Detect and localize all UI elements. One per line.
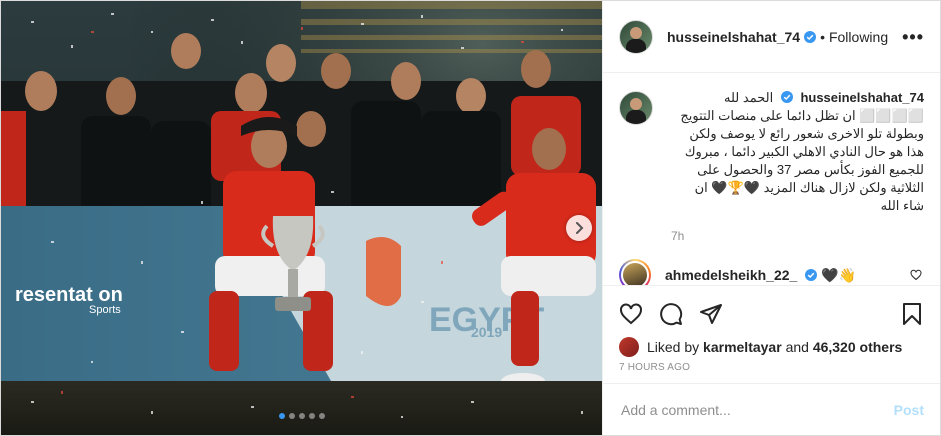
post-header: husseinelshahat_74 • Following ••• bbox=[603, 1, 940, 73]
caption-time[interactable]: 7h bbox=[671, 229, 924, 243]
author-avatar[interactable] bbox=[619, 19, 653, 54]
add-comment-bar: Post bbox=[603, 383, 940, 435]
comment-item: ahmedelsheikh_22_ 🖤👋 bbox=[619, 259, 924, 285]
carousel-dot bbox=[288, 413, 295, 419]
caption-body: husseinelshahat_74 الحمد لله ⬜⬜⬜⬜ ان تظل… bbox=[671, 89, 924, 243]
comment-text: ahmedelsheikh_22_ 🖤👋 bbox=[665, 267, 910, 284]
banner-sponsor-text: Sports bbox=[89, 304, 121, 316]
post-photo: resentat on Sports EGYPT 2019 bbox=[1, 1, 602, 435]
more-horizontal-icon[interactable]: ••• bbox=[902, 28, 924, 46]
comment-like-heart-icon[interactable] bbox=[910, 269, 922, 281]
comment-username[interactable]: ahmedelsheikh_22_ bbox=[665, 267, 797, 283]
carousel-dot bbox=[278, 413, 285, 419]
comments-section: husseinelshahat_74 الحمد لله ⬜⬜⬜⬜ ان تظل… bbox=[603, 73, 940, 285]
liker-avatar[interactable] bbox=[619, 337, 639, 357]
heart-icon[interactable] bbox=[619, 302, 643, 326]
header-separator: • bbox=[820, 28, 825, 45]
post-media[interactable]: resentat on Sports EGYPT 2019 bbox=[1, 1, 602, 435]
likes-summary: Liked by karmeltayar and 46,320 others bbox=[619, 334, 924, 360]
post-side-panel: husseinelshahat_74 • Following ••• husse… bbox=[602, 1, 940, 435]
post-actions: Liked by karmeltayar and 46,320 others 7… bbox=[603, 285, 940, 383]
liker-username[interactable]: karmeltayar bbox=[703, 339, 782, 355]
likes-others-count[interactable]: 46,320 others bbox=[813, 339, 903, 355]
banner-left-text: resentat on bbox=[15, 284, 123, 306]
bookmark-icon[interactable] bbox=[900, 302, 924, 326]
comment-icon[interactable] bbox=[659, 302, 683, 326]
carousel-dots bbox=[1, 413, 602, 419]
comment-input[interactable] bbox=[619, 400, 894, 419]
carousel-dot bbox=[298, 413, 305, 419]
post-dialog: resentat on Sports EGYPT 2019 husseinels… bbox=[0, 0, 941, 436]
verified-badge-icon bbox=[780, 91, 793, 103]
likes-and: and bbox=[785, 339, 809, 355]
verified-badge-icon bbox=[804, 30, 817, 43]
chevron-right-icon bbox=[576, 222, 584, 234]
verified-badge-icon bbox=[805, 268, 818, 281]
comment-message: 🖤👋 bbox=[821, 266, 856, 283]
caption-username[interactable]: husseinelshahat_74 bbox=[800, 90, 924, 105]
carousel-dot bbox=[318, 413, 325, 419]
likes-prefix: Liked by bbox=[647, 339, 700, 355]
carousel-dot bbox=[308, 413, 315, 419]
action-row bbox=[619, 294, 924, 334]
carousel-next-button[interactable] bbox=[566, 215, 592, 241]
share-icon[interactable] bbox=[699, 302, 723, 326]
commenter-avatar[interactable] bbox=[619, 259, 651, 285]
banner-year-text: 2019 bbox=[471, 324, 502, 340]
author-username[interactable]: husseinelshahat_74 bbox=[667, 29, 800, 45]
caption-avatar[interactable] bbox=[619, 91, 653, 125]
post-timestamp[interactable]: 7 HOURS AGO bbox=[619, 362, 924, 373]
caption-text: husseinelshahat_74 الحمد لله ⬜⬜⬜⬜ ان تظل… bbox=[671, 89, 924, 215]
post-comment-button[interactable]: Post bbox=[894, 402, 924, 418]
post-caption: husseinelshahat_74 الحمد لله ⬜⬜⬜⬜ ان تظل… bbox=[619, 89, 924, 243]
following-button[interactable]: Following bbox=[829, 29, 888, 45]
caption-message: الحمد لله ⬜⬜⬜⬜ ان تظل دائما على منصات ال… bbox=[680, 90, 924, 213]
